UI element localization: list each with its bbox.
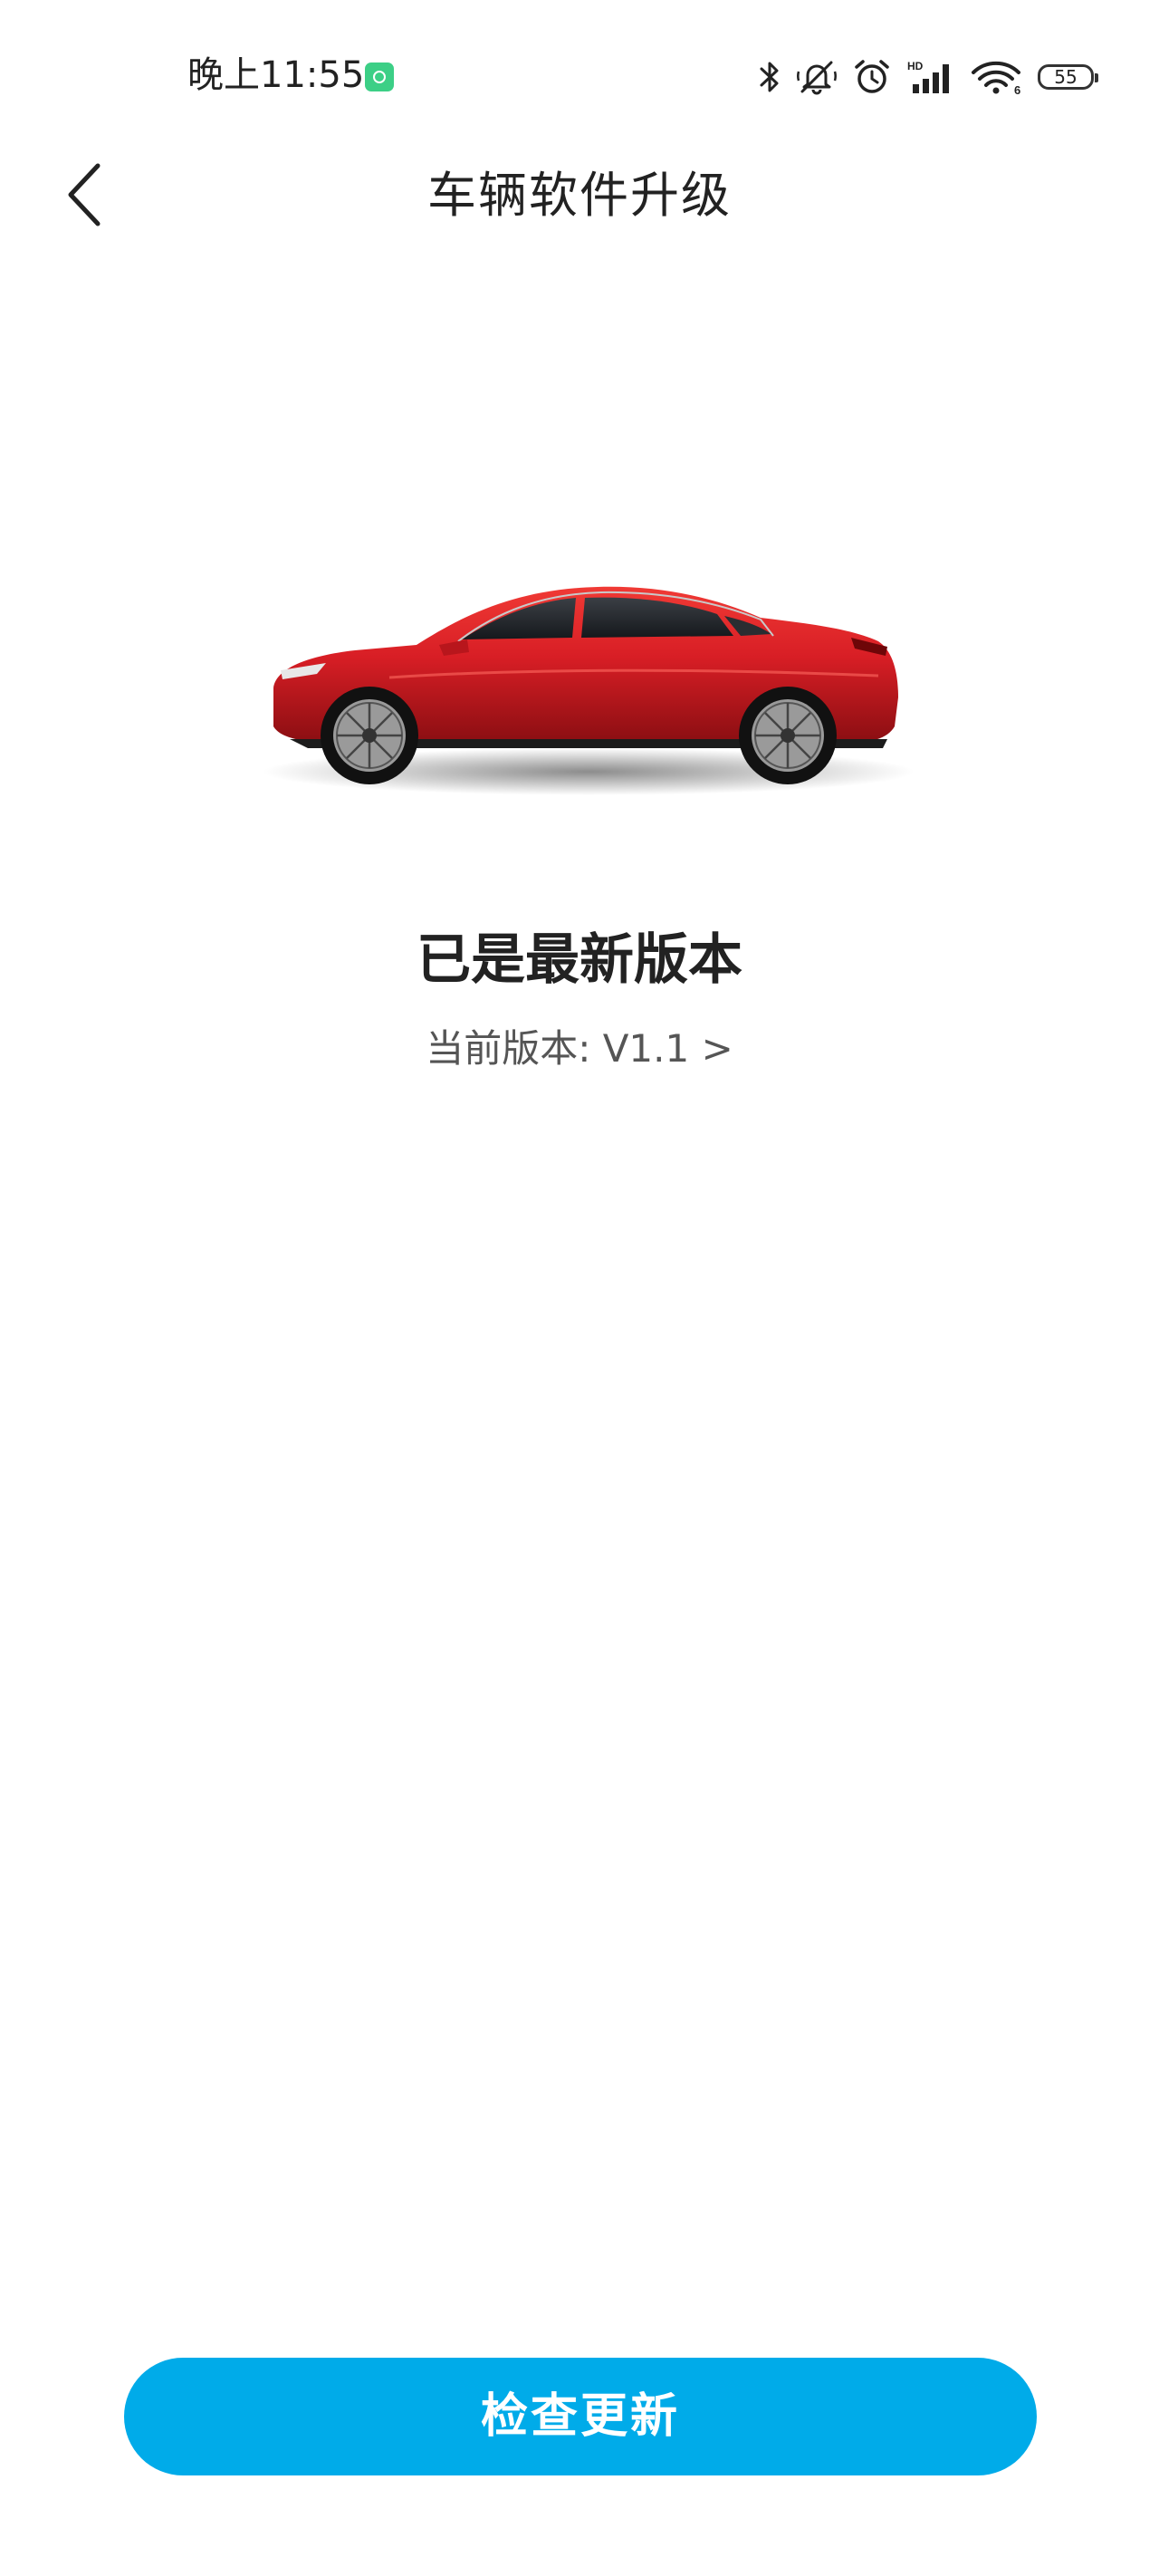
status-icons: HD 6 55 xyxy=(759,54,1098,100)
app-notification-icon xyxy=(365,62,394,91)
alarm-icon xyxy=(855,60,889,93)
status-time: 晚上11:55 xyxy=(187,54,365,96)
check-update-button[interactable]: 检查更新 xyxy=(124,2358,1037,2475)
svg-text:HD: HD xyxy=(907,60,924,72)
svg-text:6: 6 xyxy=(1014,83,1020,95)
mute-icon xyxy=(797,61,837,95)
cellular-signal-icon: HD xyxy=(907,60,949,93)
status-bar: 晚上11:55 HD 6 55 xyxy=(0,0,1159,136)
wifi-icon: 6 xyxy=(972,61,1020,95)
update-status-text: 已是最新版本 xyxy=(417,928,742,992)
battery-icon: 55 xyxy=(1038,64,1098,90)
header: 车辆软件升级 xyxy=(0,136,1159,254)
bluetooth-icon xyxy=(760,62,779,92)
current-version-link[interactable]: 当前版本: V1.1 > xyxy=(0,1024,1159,1074)
page-title: 车辆软件升级 xyxy=(427,167,732,224)
red-sedan-image xyxy=(263,586,915,795)
